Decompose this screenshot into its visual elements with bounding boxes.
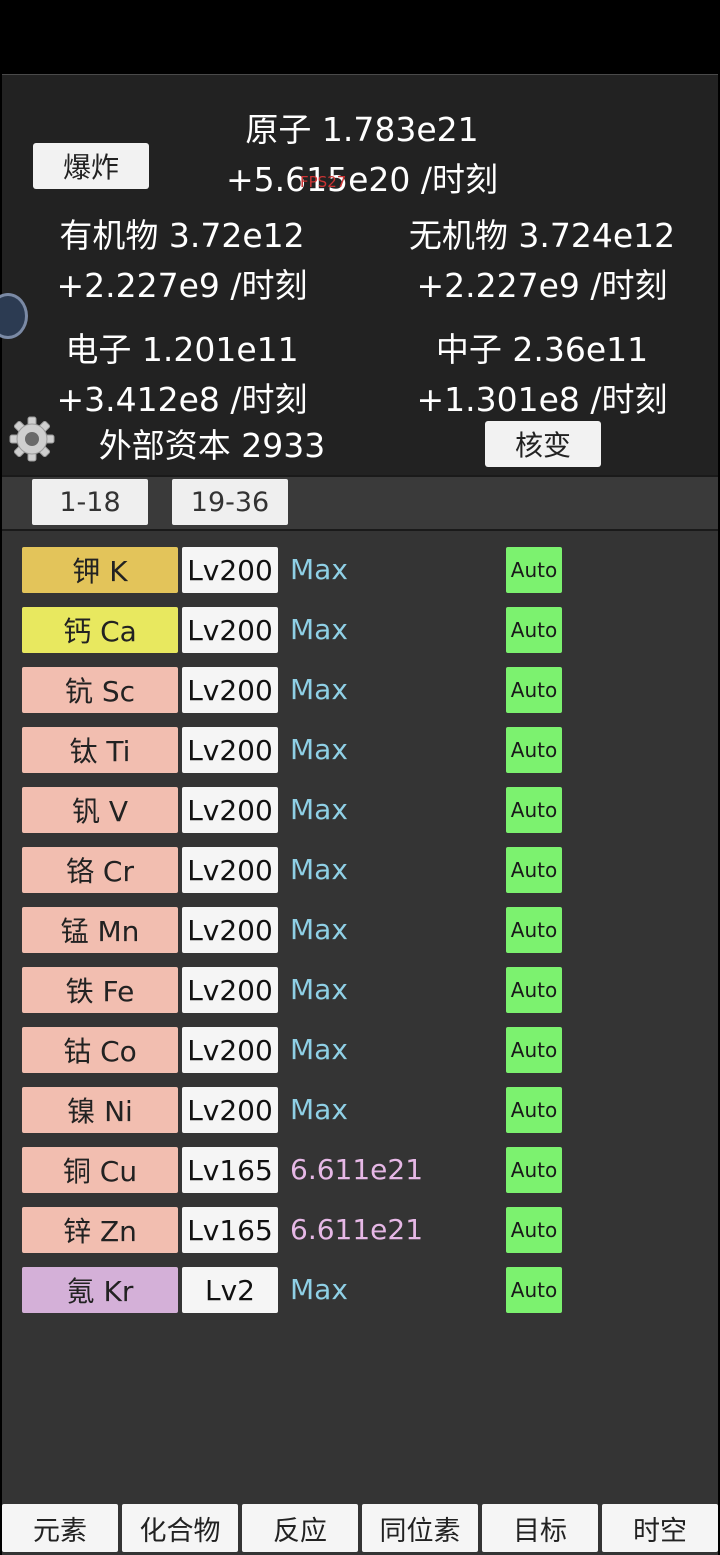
organic-rate: +2.227e9 /时刻 [56,266,308,305]
auto-toggle-button[interactable]: Auto [506,907,562,953]
element-cost: 6.611e21 [290,1153,424,1186]
element-name-button[interactable]: 钾 K [22,547,178,593]
element-cost: Max [290,853,348,886]
element-row: 铜 Cu Lv165 6.611e21 Auto [22,1147,582,1193]
auto-toggle-button[interactable]: Auto [506,1027,562,1073]
element-level-button[interactable]: Lv2 [182,1267,278,1313]
element-row: 钙 Ca Lv200 Max Auto [22,607,582,653]
element-name-button[interactable]: 铜 Cu [22,1147,178,1193]
element-name-button[interactable]: 钛 Ti [22,727,178,773]
element-name-button[interactable]: 铁 Fe [22,967,178,1013]
explode-button[interactable]: 爆炸 [33,143,149,189]
element-row: 钛 Ti Lv200 Max Auto [22,727,582,773]
auto-toggle-button[interactable]: Auto [506,667,562,713]
tab-range-19-36[interactable]: 19-36 [172,479,288,525]
element-cost: Max [290,913,348,946]
element-cost: Max [290,1093,348,1126]
nav-reactions[interactable]: 反应 [242,1504,358,1552]
element-row: 镍 Ni Lv200 Max Auto [22,1087,582,1133]
atoms-rate: +5.615e20 /时刻 [225,160,499,199]
element-level-button[interactable]: Lv200 [182,787,278,833]
auto-toggle-button[interactable]: Auto [506,1087,562,1133]
element-row: 铁 Fe Lv200 Max Auto [22,967,582,1013]
element-cost: Max [290,1273,348,1306]
auto-toggle-button[interactable]: Auto [506,847,562,893]
element-name-button[interactable]: 钒 V [22,787,178,833]
element-name-button[interactable]: 锌 Zn [22,1207,178,1253]
element-level-button[interactable]: Lv165 [182,1207,278,1253]
game-panel: 原子 1.783e21 +5.615e20 /时刻 FPS27 爆炸 有机物 3… [0,74,718,1555]
nav-isotopes[interactable]: 同位素 [362,1504,478,1552]
element-name-button[interactable]: 锰 Mn [22,907,178,953]
fission-button[interactable]: 核变 [485,421,601,467]
external-capital: 外部资本 2933 [98,426,326,465]
electrons-count: 电子 1.201e11 [65,330,299,369]
element-name-button[interactable]: 钴 Co [22,1027,178,1073]
auto-toggle-button[interactable]: Auto [506,607,562,653]
element-cost: Max [290,673,348,706]
element-name-button[interactable]: 氪 Kr [22,1267,178,1313]
element-row: 钒 V Lv200 Max Auto [22,787,582,833]
inorganic-rate: +2.227e9 /时刻 [416,266,668,305]
nav-compounds[interactable]: 化合物 [122,1504,238,1552]
element-row: 钴 Co Lv200 Max Auto [22,1027,582,1073]
neutrons-count: 中子 2.36e11 [435,330,649,369]
auto-toggle-button[interactable]: Auto [506,1147,562,1193]
element-level-button[interactable]: Lv200 [182,727,278,773]
element-cost: Max [290,973,348,1006]
organic-count: 有机物 3.72e12 [59,216,305,255]
neutrons-rate: +1.301e8 /时刻 [416,380,668,419]
element-level-button[interactable]: Lv200 [182,547,278,593]
element-name-button[interactable]: 镍 Ni [22,1087,178,1133]
range-tabs: 1-18 19-36 [2,475,718,531]
element-level-button[interactable]: Lv165 [182,1147,278,1193]
element-cost: Max [290,613,348,646]
element-cost: Max [290,733,348,766]
auto-toggle-button[interactable]: Auto [506,787,562,833]
nav-goals[interactable]: 目标 [482,1504,598,1552]
element-row: 钾 K Lv200 Max Auto [22,547,582,593]
element-cost: Max [290,793,348,826]
element-cost: Max [290,553,348,586]
auto-toggle-button[interactable]: Auto [506,1267,562,1313]
nav-spacetime[interactable]: 时空 [602,1504,718,1552]
element-level-button[interactable]: Lv200 [182,847,278,893]
element-row: 铬 Cr Lv200 Max Auto [22,847,582,893]
element-cost: 6.611e21 [290,1213,424,1246]
fps-counter: FPS27 [300,173,347,191]
element-level-button[interactable]: Lv200 [182,1027,278,1073]
auto-toggle-button[interactable]: Auto [506,967,562,1013]
electrons-rate: +3.412e8 /时刻 [56,380,308,419]
element-row: 锰 Mn Lv200 Max Auto [22,907,582,953]
element-row: 氪 Kr Lv2 Max Auto [22,1267,582,1313]
bottom-nav: 元素 化合物 反应 同位素 目标 时空 [0,1504,720,1554]
tab-range-1-18[interactable]: 1-18 [32,479,148,525]
auto-toggle-button[interactable]: Auto [506,1207,562,1253]
element-level-button[interactable]: Lv200 [182,607,278,653]
element-name-button[interactable]: 铬 Cr [22,847,178,893]
element-row: 钪 Sc Lv200 Max Auto [22,667,582,713]
element-row: 锌 Zn Lv165 6.611e21 Auto [22,1207,582,1253]
element-level-button[interactable]: Lv200 [182,1087,278,1133]
element-cost: Max [290,1033,348,1066]
element-level-button[interactable]: Lv200 [182,667,278,713]
element-name-button[interactable]: 钪 Sc [22,667,178,713]
resource-header: 原子 1.783e21 +5.615e20 /时刻 FPS27 爆炸 有机物 3… [0,75,718,475]
element-level-button[interactable]: Lv200 [182,907,278,953]
element-name-button[interactable]: 钙 Ca [22,607,178,653]
nav-elements[interactable]: 元素 [2,1504,118,1552]
element-level-button[interactable]: Lv200 [182,967,278,1013]
inorganic-count: 无机物 3.724e12 [408,216,676,255]
auto-toggle-button[interactable]: Auto [506,547,562,593]
status-bar [0,0,720,74]
atoms-count: 原子 1.783e21 [245,110,479,149]
auto-toggle-button[interactable]: Auto [506,727,562,773]
gear-icon[interactable] [8,415,56,463]
